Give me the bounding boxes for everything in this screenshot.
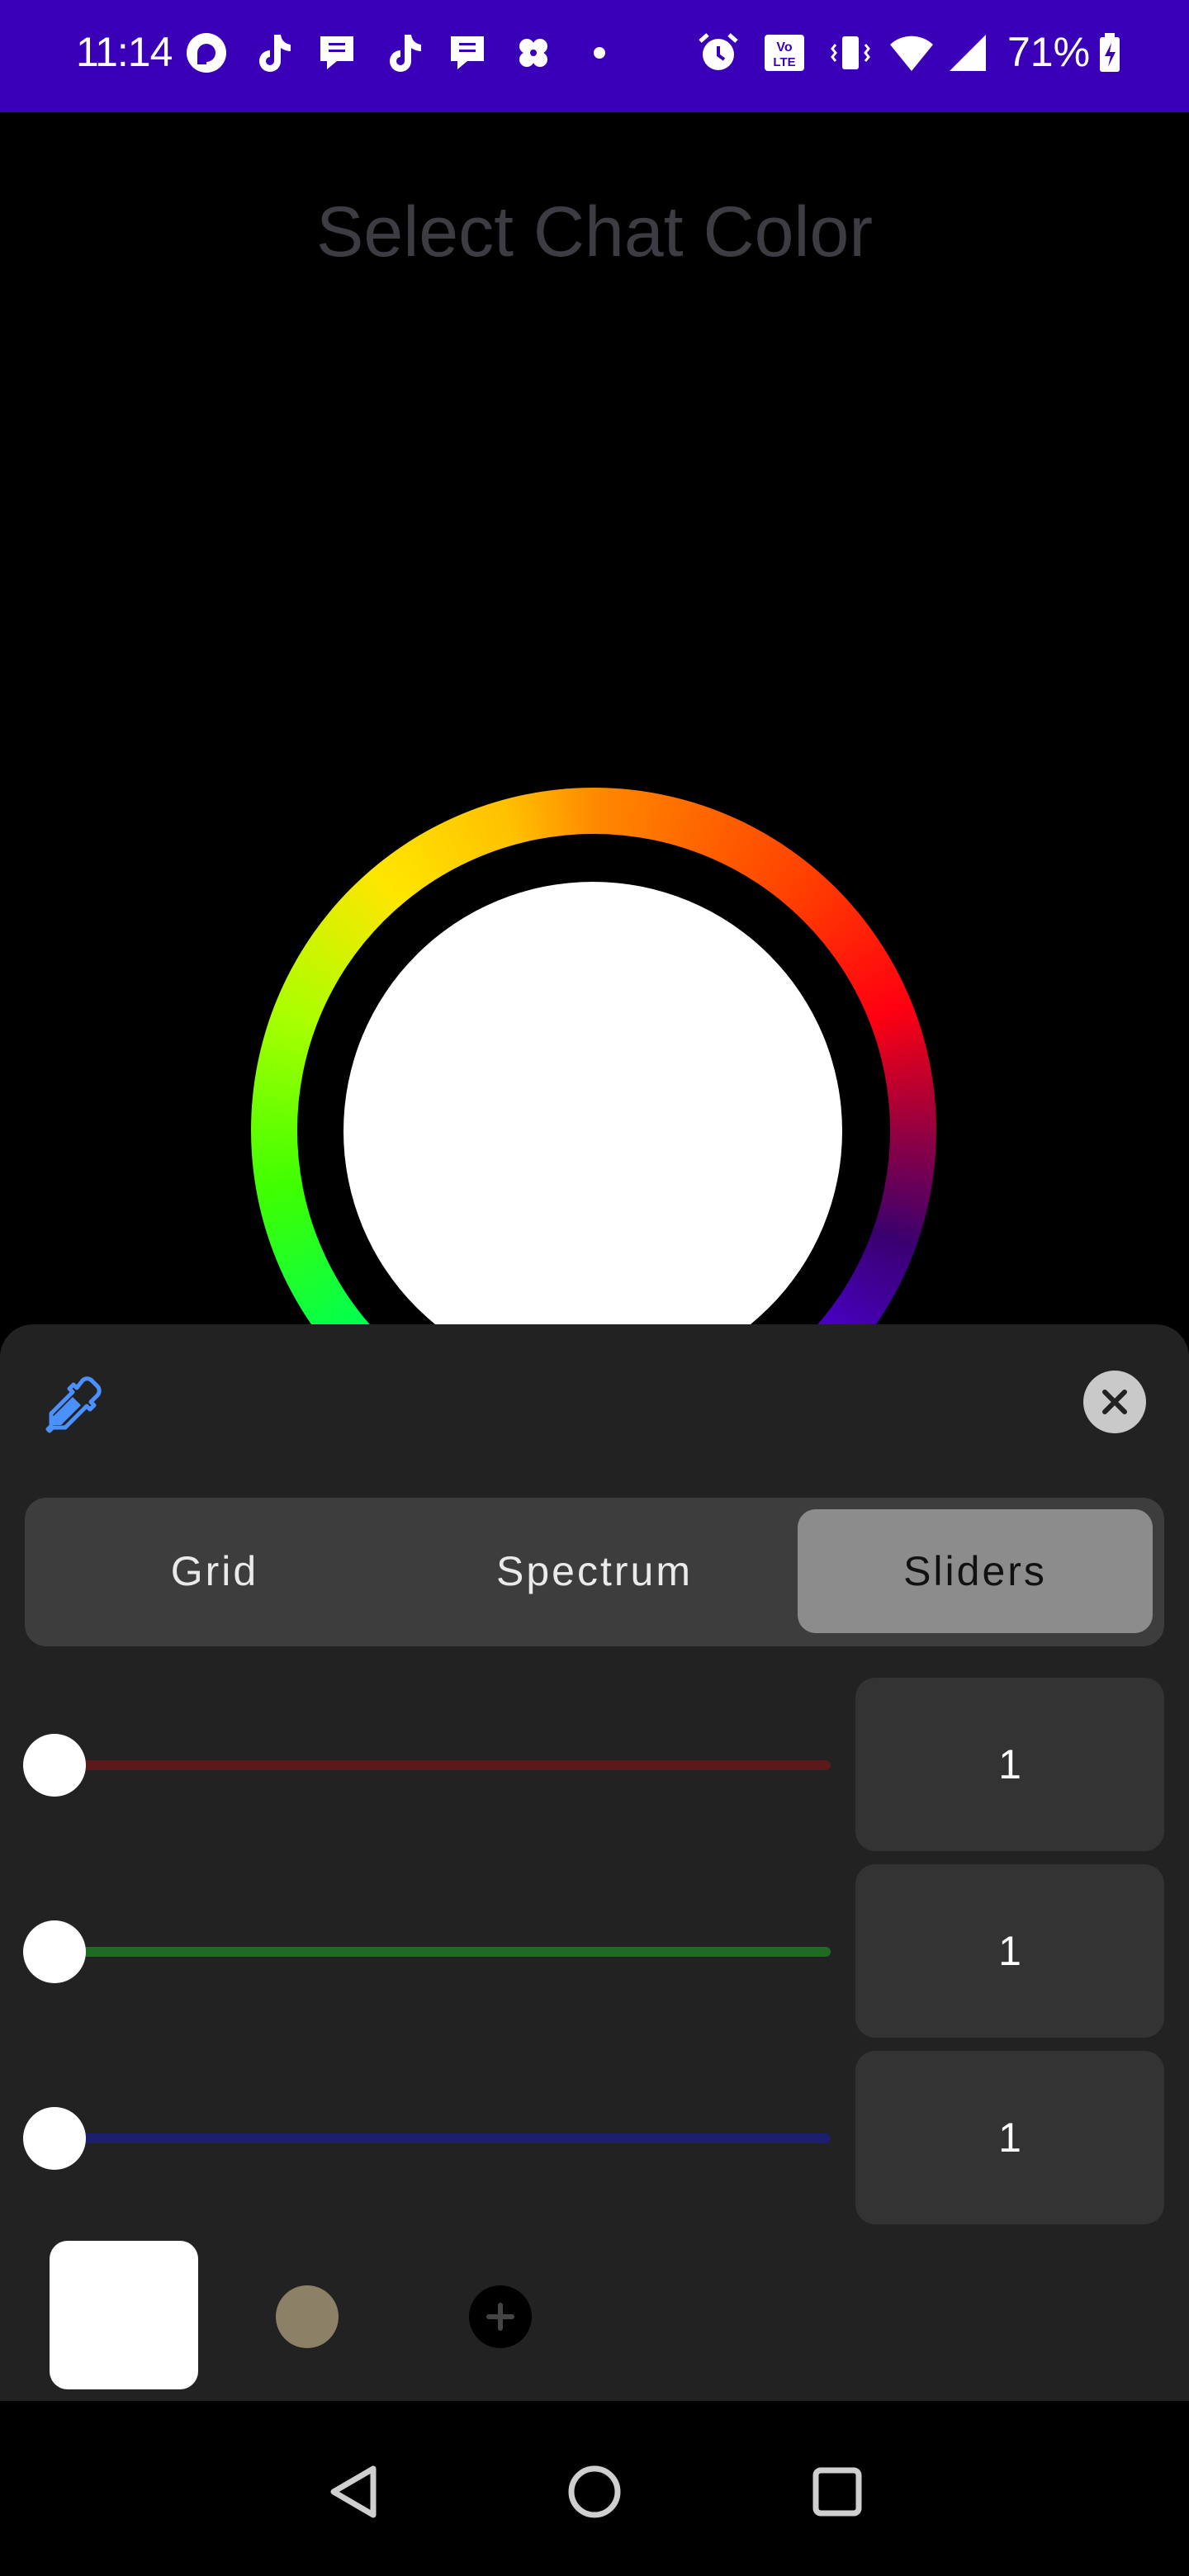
battery-percentage: 71% xyxy=(1007,29,1091,75)
green-slider-track[interactable] xyxy=(50,1947,831,1957)
tab-spectrum[interactable]: Spectrum xyxy=(416,1509,773,1633)
selected-color-preview xyxy=(343,882,842,1380)
dot-icon xyxy=(594,47,605,59)
battery-charging-icon xyxy=(1100,33,1120,72)
green-slider-row: 1 xyxy=(0,1864,1189,2038)
status-bar: 11:14 Vo LTE 71% xyxy=(0,0,1189,112)
red-slider-thumb[interactable] xyxy=(23,1734,86,1797)
picker-mode-tabs: Grid Spectrum Sliders xyxy=(25,1498,1164,1646)
tab-grid[interactable]: Grid xyxy=(36,1509,393,1633)
blue-value-field[interactable]: 1 xyxy=(855,2051,1164,2224)
recents-square-icon[interactable] xyxy=(796,2451,879,2533)
red-slider-track[interactable] xyxy=(50,1760,831,1770)
blue-slider-thumb[interactable] xyxy=(23,2107,86,2170)
chat-bubble-icon xyxy=(320,36,353,69)
eyedropper-icon[interactable] xyxy=(41,1374,104,1437)
plus-icon xyxy=(486,2303,514,2331)
blue-slider-row: 1 xyxy=(0,2051,1189,2224)
volte-icon: VoLTE xyxy=(765,35,804,71)
svg-text:Vo: Vo xyxy=(776,40,792,54)
current-color-swatch[interactable] xyxy=(50,2241,198,2389)
add-color-button[interactable] xyxy=(469,2285,532,2348)
tab-sliders[interactable]: Sliders xyxy=(798,1509,1153,1633)
vibrate-icon xyxy=(831,36,870,69)
blue-slider-track[interactable] xyxy=(50,2133,831,2143)
svg-text:LTE: LTE xyxy=(773,55,795,69)
chat-bubble-icon-2 xyxy=(451,36,484,69)
tiktok-icon-2 xyxy=(390,35,421,72)
pocket-casts-icon xyxy=(187,33,226,73)
navigation-bar xyxy=(0,2401,1189,2576)
status-time: 11:14 xyxy=(76,29,173,75)
page-title: Select Chat Color xyxy=(316,192,873,272)
close-icon xyxy=(1102,1390,1127,1414)
recent-color-swatch[interactable] xyxy=(276,2285,339,2348)
green-slider-thumb[interactable] xyxy=(23,1920,86,1983)
signal-icon xyxy=(950,35,986,71)
green-value-field[interactable]: 1 xyxy=(855,1864,1164,2038)
home-circle-icon[interactable] xyxy=(553,2451,636,2533)
close-button[interactable] xyxy=(1083,1371,1146,1433)
red-slider-row: 1 xyxy=(0,1678,1189,1851)
tiktok-icon xyxy=(259,35,291,72)
wifi-icon xyxy=(890,36,933,71)
alarm-icon xyxy=(699,33,738,70)
red-value-field[interactable]: 1 xyxy=(855,1678,1164,1851)
color-picker-sheet: Grid Spectrum Sliders 1 1 1 xyxy=(0,1324,1189,2401)
pinwheel-icon xyxy=(519,39,547,67)
back-triangle-icon[interactable] xyxy=(314,2451,396,2533)
